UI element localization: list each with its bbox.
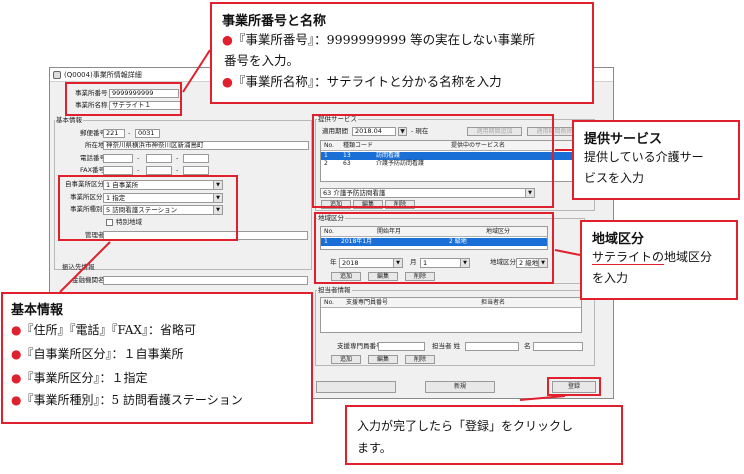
region-callout-text1b: 地域区分 [664,250,713,264]
basic-connector [59,241,111,293]
office-callout-text3: 『事業所名称』：サテライトと分かる名称を入力 [232,74,502,89]
basic-callout-title: 基本情報 [11,303,64,318]
services-callout: 提供サービス 提供している介護サー ビスを入力 [572,120,740,200]
basic-callout-line1: ●『住所』『電話』『FAX』：省略可 [11,318,303,342]
region-callout-line1: サテライトの地域区分 [592,247,726,268]
bullet-icon: ● [222,32,233,47]
region-callout-title: 地域区分 [592,232,645,247]
register-callout-line2: ます。 [357,441,392,455]
services-callout-line1: 提供している介護サー [584,150,704,164]
region-callout: 地域区分 サテライトの地域区分 を入力 [580,220,738,300]
basic-callout-text4: 『事業所種別』：5 訪問看護ステーション [21,393,243,407]
basic-callout-text3: 『事業所区分』：１指定 [21,371,148,385]
office-callout-line3: ●『事業所名称』：サテライトと分かる名称を入力 [222,71,582,92]
bullet-icon: ● [11,323,22,337]
region-callout-text1a: サテライトの [592,250,665,265]
office-connector [182,49,211,93]
services-callout-line2: ビスを入力 [584,171,645,185]
region-callout-line2: を入力 [592,271,629,285]
office-callout: 事業所番号と名称 ●『事業所番号』：9999999999 等の実在しない事業所 … [210,2,594,104]
office-callout-text1: 『事業所番号』：9999999999 等の実在しない事業所 [232,32,536,47]
basic-callout-line4: ●『事業所種別』：5 訪問看護ステーション [11,390,303,410]
register-callout: 入力が完了したら「登録」をクリックし ます。 [345,405,623,465]
basic-callout-text1: 『住所』『電話』『FAX』：省略可 [21,323,196,337]
bullet-icon: ● [11,347,22,361]
office-callout-title: 事業所番号と名称 [222,14,327,29]
bullet-icon: ● [11,371,22,385]
basic-callout-line3: ●『事業所区分』：１指定 [11,366,303,390]
office-callout-line2: 番号を入力。 [224,53,300,68]
register-callout-line1: 入力が完了したら「登録」をクリックし [357,419,574,433]
basic-callout-text2: 『自事業所区分』：１自事業所 [21,347,184,361]
bullet-icon: ● [222,74,233,89]
region-connector [554,249,581,256]
register-connector [519,395,566,401]
bullet-icon: ● [11,393,22,407]
office-callout-line1: ●『事業所番号』：9999999999 等の実在しない事業所 [222,29,582,50]
basic-callout: 基本情報 ●『住所』『電話』『FAX』：省略可 ●『自事業所区分』：１自事業所 … [1,292,313,424]
services-callout-title: 提供サービス [584,132,663,147]
basic-callout-line2: ●『自事業所区分』：１自事業所 [11,342,303,366]
